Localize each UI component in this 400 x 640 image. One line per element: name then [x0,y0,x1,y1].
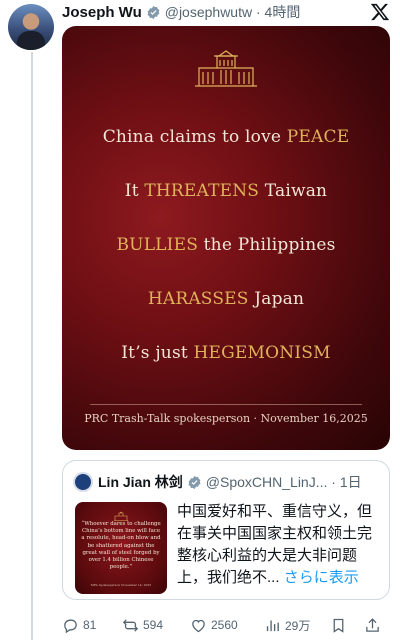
card-line-5-emphasis: HEGEMONISM [193,343,331,363]
author-name[interactable]: Joseph Wu [62,4,142,21]
share-button[interactable] [364,617,388,634]
card-line-1-text: China claims to love [102,127,287,147]
like-button[interactable]: 2560 [190,617,264,634]
building-icon [113,508,129,521]
repost-button[interactable]: 594 [122,617,190,634]
bookmark-icon [333,618,344,633]
views-icon [266,620,279,631]
card-line-2-emphasis: THREATENS [144,181,260,201]
action-bar: 81 594 2560 29万 [62,614,390,636]
quoted-thumbnail-footer: MFA Spokesperson November 14, 2025 [90,583,152,587]
card-line-2-tail: Taiwan [259,181,328,201]
bookmark-button[interactable] [330,617,364,634]
card-line-4: HARASSES Japan [62,289,390,309]
card-divider [90,404,362,405]
quoted-thumbnail[interactable]: “Whoever dares to challenge China’s bott… [75,502,167,594]
card-line-1: China claims to love PEACE [62,127,390,147]
card-line-3-emphasis: BULLIES [116,235,199,255]
quoted-author-name: Lin Jian 林剑 [98,474,183,490]
verified-badge-icon [187,475,202,490]
post-image-card[interactable]: China claims to love PEACE It THREATENS … [62,26,390,450]
quoted-avatar [73,472,93,492]
views-count: 29万 [285,618,311,633]
card-line-4-tail: Japan [248,289,305,309]
building-icon [193,48,259,88]
quoted-post[interactable]: Lin Jian 林剑 @SpoxCHN_LinJ... · 1日 “Whoev… [62,460,390,600]
views-button[interactable]: 29万 [264,617,330,634]
card-line-5: It’s just HEGEMONISM [62,343,390,363]
card-line-3: BULLIES the Philippines [62,235,390,255]
post-header: Joseph Wu @josephwutw · 4時間 [62,2,300,22]
reply-icon [64,619,77,633]
quoted-thumbnail-text: “Whoever dares to challenge China’s bott… [81,521,161,571]
reply-button[interactable]: 81 [62,617,122,634]
show-more-link[interactable]: さらに表示 [284,569,359,586]
x-logo-icon[interactable] [370,2,390,22]
quoted-handle-and-time: @SpoxCHN_LinJ... · 1日 [205,474,362,490]
share-icon [366,617,379,632]
like-count: 2560 [211,618,238,632]
card-line-2-text: It [124,181,145,201]
card-line-4-emphasis: HARASSES [147,289,249,309]
handle-and-time[interactable]: @josephwutw · 4時間 [165,2,301,22]
card-line-5-text: It’s just [121,343,194,363]
repost-icon [122,618,139,632]
like-icon [192,619,205,632]
quoted-post-header: Lin Jian 林剑 @SpoxCHN_LinJ... · 1日 [73,472,362,492]
avatar[interactable] [8,4,54,50]
card-footer: PRC Trash-Talk spokesperson · November 1… [84,412,368,425]
card-line-1-emphasis: PEACE [286,127,350,147]
card-line-2: It THREATENS Taiwan [62,181,390,201]
thread-line [31,52,33,640]
repost-count: 594 [143,618,164,632]
verified-badge-icon [146,5,161,20]
reply-count: 81 [83,618,97,632]
card-line-3-tail: the Philippines [198,235,336,255]
quoted-text: 中国爱好和平、重信守义，但在事关中国国家主权和领土完整核心利益的大是大非问题上，… [177,501,383,589]
